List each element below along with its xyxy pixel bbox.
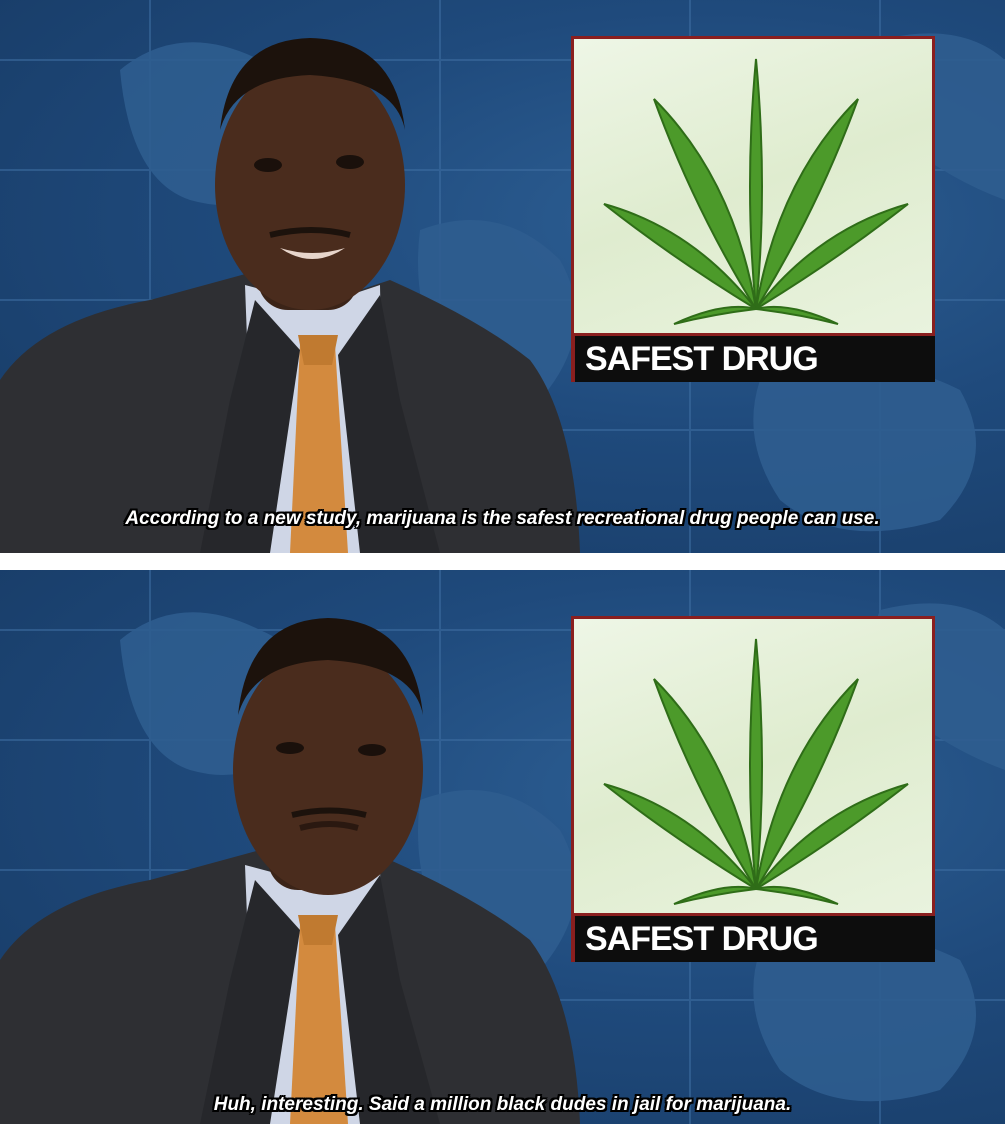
meme-panel-bottom: SAFEST DRUG Huh, interesting. Said a mil… [0,570,1005,1124]
subtitle-caption: According to a new study, marijuana is t… [125,508,880,529]
graphic-title: SAFEST DRUG [571,916,935,962]
over-shoulder-graphic: SAFEST DRUG [571,616,935,962]
graphic-title: SAFEST DRUG [571,336,935,382]
over-shoulder-graphic: SAFEST DRUG [571,36,935,382]
cannabis-leaf-icon [603,58,909,325]
graphic-image [571,616,935,916]
cannabis-leaf-icon [603,638,909,905]
graphic-image [571,36,935,336]
subtitle-caption: Huh, interesting. Said a million black d… [213,1094,792,1115]
news-anchor-figure [0,38,580,553]
meme-panel-top: SAFEST DRUG According to a new study, ma… [0,0,1005,553]
news-anchor-figure [0,618,580,1124]
